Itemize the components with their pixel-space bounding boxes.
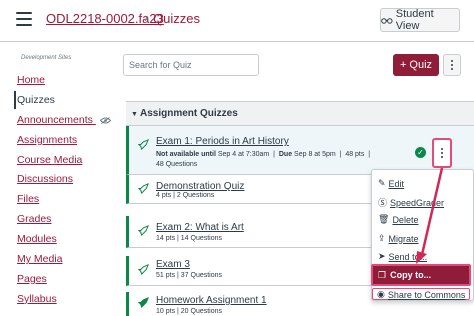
sidebar-item-grades[interactable]: Grades	[17, 211, 111, 231]
hamburger-menu-icon[interactable]	[16, 12, 32, 26]
quiz-title-link[interactable]: Homework Assignment 1	[156, 295, 267, 306]
sidebar-item-files[interactable]: Files	[17, 191, 111, 211]
quiz-meta: 14 pts | 14 Questions	[156, 235, 223, 242]
group-title: Assignment Quizzes	[140, 108, 238, 119]
menu-item-speedgrader[interactable]: Ⓢ SpeedGrader	[378, 196, 444, 209]
plus-icon: +	[399, 59, 407, 71]
menu-item-delete[interactable]: 🗑 Delete	[378, 214, 418, 225]
sidebar-item-assignments[interactable]: Assignments	[17, 132, 111, 152]
commons-icon: ◉	[377, 289, 385, 299]
quiz-title-link[interactable]: Exam 2: What is Art	[156, 222, 244, 233]
menu-item-send-to[interactable]: ➤ Send to...	[378, 251, 427, 262]
sidebar-item-quizzes[interactable]: Quizzes	[17, 92, 111, 112]
copy-icon: ❐	[378, 269, 387, 280]
availability-label: Not available until	[156, 151, 216, 158]
glasses-icon	[381, 17, 393, 24]
caret-down-icon: ▼	[131, 111, 138, 118]
sidebar-item-course-media[interactable]: Course Media	[17, 152, 111, 172]
due-date: Sep 8 at 5pm	[294, 151, 336, 158]
trash-icon: 🗑	[378, 214, 390, 224]
add-quiz-label: Quiz	[409, 59, 433, 71]
assignment-quizzes-group-header[interactable]: ▼ Assignment Quizzes	[126, 101, 474, 126]
sidebar-caption: Development Sites	[21, 55, 72, 61]
rocket-icon	[138, 297, 149, 308]
sidebar-item-announcements[interactable]: Announcements	[17, 112, 111, 132]
rocket-icon	[138, 264, 149, 275]
course-navigation: Home Quizzes Announcements Assignments C…	[17, 72, 111, 311]
breadcrumb-current-page: Quizzes	[153, 11, 200, 26]
rocket-icon	[138, 139, 149, 150]
availability-date: Sep 4 at 7:30am	[217, 151, 270, 158]
send-icon: ➤	[378, 251, 386, 261]
due-label: Due	[278, 151, 293, 158]
menu-item-edit[interactable]: ✎ Edit	[378, 178, 404, 189]
published-check-icon[interactable]: ✓	[415, 147, 426, 158]
sidebar-item-modules[interactable]: Modules	[17, 231, 111, 251]
sidebar-item-home[interactable]: Home	[17, 72, 111, 92]
sidebar-item-pages[interactable]: Pages	[17, 271, 111, 291]
page-options-kebab-icon[interactable]	[443, 54, 461, 76]
quiz-meta: 10 pts | 20 Questions	[156, 308, 223, 315]
search-input[interactable]: Search for Quiz	[123, 54, 259, 76]
active-nav-indicator	[14, 91, 16, 109]
sidebar-item-label: Announcements	[17, 113, 93, 126]
student-view-button[interactable]: Student View	[380, 8, 460, 32]
quiz-title-link[interactable]: Exam 1: Periods in Art History	[156, 136, 289, 147]
menu-item-share-to-commons[interactable]: ◉ Share to Commons	[377, 289, 465, 300]
student-view-label: Student View	[395, 8, 434, 32]
quiz-title-link[interactable]: Exam 3	[156, 259, 190, 270]
breadcrumb-separator: ›	[144, 10, 149, 25]
question-count: 48 Questions	[156, 161, 198, 168]
migrate-icon: ⇪	[378, 233, 386, 243]
menu-item-copy-to[interactable]: ❐ Copy to...	[371, 264, 471, 286]
header-divider	[0, 41, 474, 42]
quiz-meta: 4 pts | 2 Questions	[156, 192, 215, 199]
pencil-icon: ✎	[378, 178, 386, 188]
quiz-title-link[interactable]: Demonstration Quiz	[156, 181, 244, 192]
quiz-meta: 51 pts | 37 Questions	[156, 272, 223, 279]
quiz-options-kebab-icon[interactable]	[432, 138, 452, 168]
rocket-icon	[138, 225, 149, 236]
sidebar-item-syllabus[interactable]: Syllabus	[17, 291, 111, 311]
sidebar-item-my-media[interactable]: My Media	[17, 251, 111, 271]
points: 48 pts	[345, 151, 365, 158]
menu-item-migrate[interactable]: ⇪ Migrate	[378, 233, 419, 244]
hidden-eye-icon	[99, 116, 111, 124]
sidebar-item-discussions[interactable]: Discussions	[17, 171, 111, 191]
speedgrader-icon: Ⓢ	[378, 198, 388, 208]
add-quiz-button[interactable]: + Quiz	[393, 54, 439, 76]
rocket-icon	[138, 183, 149, 194]
